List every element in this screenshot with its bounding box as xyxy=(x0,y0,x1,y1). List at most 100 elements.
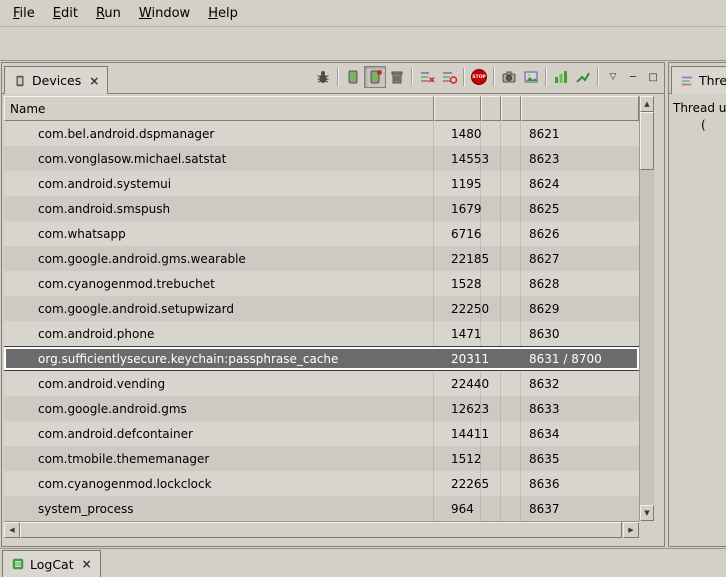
table-row[interactable]: com.cyanogenmod.lockclock 22265 8636 xyxy=(4,471,639,496)
empty-cell xyxy=(501,471,521,496)
minimize-button[interactable]: ─ xyxy=(624,68,642,86)
process-port: 8625 xyxy=(521,202,560,216)
table-row[interactable]: system_process 964 8637 xyxy=(4,496,639,521)
tab-logcat[interactable]: LogCat × xyxy=(2,550,101,577)
table-row[interactable]: com.whatsapp 6716 8626 xyxy=(4,221,639,246)
table-row[interactable]: com.cyanogenmod.trebuchet 1528 8628 xyxy=(4,271,639,296)
menu-window[interactable]: Window xyxy=(130,2,199,25)
tab-threads[interactable]: Threads xyxy=(671,66,726,94)
empty-cell xyxy=(481,371,501,396)
menu-file[interactable]: File xyxy=(4,2,44,25)
empty-cell xyxy=(481,421,501,446)
stop-process-button[interactable]: STOP xyxy=(468,66,490,88)
column-header-a[interactable] xyxy=(481,96,501,121)
process-name: com.google.android.gms.wearable xyxy=(4,246,434,271)
threads-message-line1: Thread up xyxy=(673,100,722,117)
menu-help[interactable]: Help xyxy=(199,2,247,25)
column-header-name[interactable]: Name xyxy=(4,96,434,121)
screen-capture-button[interactable] xyxy=(498,66,520,88)
close-icon[interactable]: × xyxy=(82,557,92,571)
threads-message: Thread up ( xyxy=(669,94,726,140)
table-row[interactable]: com.vonglasow.michael.satstat 14553 8623 xyxy=(4,146,639,171)
column-header-b[interactable] xyxy=(501,96,521,121)
process-name: com.android.defcontainer xyxy=(4,421,434,446)
process-name: system_process xyxy=(4,496,434,521)
cause-gc-button[interactable] xyxy=(386,66,408,88)
vertical-scroll-thumb[interactable] xyxy=(640,112,654,170)
process-pid: 6716 xyxy=(434,221,481,246)
scroll-down-icon[interactable]: ▼ xyxy=(640,505,654,521)
process-name: com.cyanogenmod.lockclock xyxy=(4,471,434,496)
empty-cell xyxy=(481,271,501,296)
table-row[interactable]: com.android.vending 22440 8632 xyxy=(4,371,639,396)
column-header-pid[interactable] xyxy=(434,96,481,121)
process-port: 8630 xyxy=(521,327,560,341)
empty-cell xyxy=(481,296,501,321)
menu-edit[interactable]: Edit xyxy=(44,2,87,25)
process-table: Name com.bel.android.dspmanager 1480 862… xyxy=(4,96,654,538)
table-row[interactable]: org.sufficientlysecure.keychain:passphra… xyxy=(4,346,639,371)
table-row[interactable]: com.tmobile.thememanager 1512 8635 xyxy=(4,446,639,471)
view-menu-button[interactable]: ▽ xyxy=(604,68,622,86)
table-row[interactable]: com.android.phone 1471 8630 xyxy=(4,321,639,346)
process-pid: 1471 xyxy=(434,321,481,346)
bar-chart-button[interactable] xyxy=(550,66,572,88)
scroll-right-icon[interactable]: ▶ xyxy=(623,522,639,538)
threads-panel: Threads Thread up ( xyxy=(668,62,726,547)
empty-cell xyxy=(501,146,521,171)
main-toolbar xyxy=(0,27,726,61)
stop-label: STOP xyxy=(472,75,485,80)
process-port: 8633 xyxy=(521,402,560,416)
minimize-icon: ─ xyxy=(630,72,636,83)
image-icon xyxy=(523,69,539,85)
ddms-window: File Edit Run Window Help Devices × xyxy=(0,0,726,577)
screen-record-button[interactable] xyxy=(520,66,542,88)
process-port: 8632 xyxy=(521,377,560,391)
horizontal-scroll-thumb[interactable] xyxy=(20,522,622,538)
trend-button[interactable] xyxy=(572,66,594,88)
table-row[interactable]: com.bel.android.dspmanager 1480 8621 xyxy=(4,121,639,146)
process-port: 8637 xyxy=(521,502,560,516)
empty-cell xyxy=(481,347,501,370)
table-row[interactable]: com.google.android.setupwizard 22250 862… xyxy=(4,296,639,321)
vertical-scrollbar[interactable]: ▲ ▼ xyxy=(639,96,654,521)
update-heap-button[interactable] xyxy=(342,66,364,88)
table-row[interactable]: com.google.android.gms.wearable 22185 86… xyxy=(4,246,639,271)
horizontal-scrollbar[interactable]: ◀ ▶ xyxy=(4,521,639,538)
devices-panel-header: Devices × xyxy=(2,63,664,94)
process-name: com.bel.android.dspmanager xyxy=(4,121,434,146)
process-name: com.google.android.gms xyxy=(4,396,434,421)
tab-devices-label: Devices xyxy=(32,73,81,88)
table-row[interactable]: com.google.android.gms 12623 8633 xyxy=(4,396,639,421)
menu-run[interactable]: Run xyxy=(87,2,130,25)
process-name: com.android.vending xyxy=(4,371,434,396)
update-threads-button[interactable] xyxy=(416,66,438,88)
menu-bar: File Edit Run Window Help xyxy=(0,0,726,27)
process-port: 8623 xyxy=(521,152,560,166)
close-icon[interactable]: × xyxy=(89,74,99,88)
process-pid: 12623 xyxy=(434,396,481,421)
column-header-port[interactable] xyxy=(521,96,639,121)
maximize-button[interactable]: □ xyxy=(644,68,662,86)
table-row[interactable]: com.android.defcontainer 14411 8634 xyxy=(4,421,639,446)
table-row[interactable]: com.android.smspush 1679 8625 xyxy=(4,196,639,221)
scroll-left-icon[interactable]: ◀ xyxy=(4,522,20,538)
empty-cell xyxy=(501,421,521,446)
table-row[interactable]: com.android.systemui 1195 8624 xyxy=(4,171,639,196)
process-pid: 964 xyxy=(434,496,481,521)
stop-icon: STOP xyxy=(471,69,487,85)
toolbar-separator xyxy=(337,68,339,86)
empty-cell xyxy=(501,347,521,370)
tab-devices[interactable]: Devices × xyxy=(4,66,108,94)
scroll-up-icon[interactable]: ▲ xyxy=(640,96,654,112)
process-port: 8635 xyxy=(521,452,560,466)
process-pid: 22250 xyxy=(434,296,481,321)
process-pid: 22185 xyxy=(434,246,481,271)
process-pid: 1512 xyxy=(434,446,481,471)
debug-process-button[interactable] xyxy=(312,66,334,88)
dump-hprof-button[interactable] xyxy=(364,66,386,88)
process-port: 8636 xyxy=(521,477,560,491)
maximize-icon: □ xyxy=(648,72,657,83)
method-profiling-button[interactable] xyxy=(438,66,460,88)
toolbar-separator xyxy=(597,68,599,86)
